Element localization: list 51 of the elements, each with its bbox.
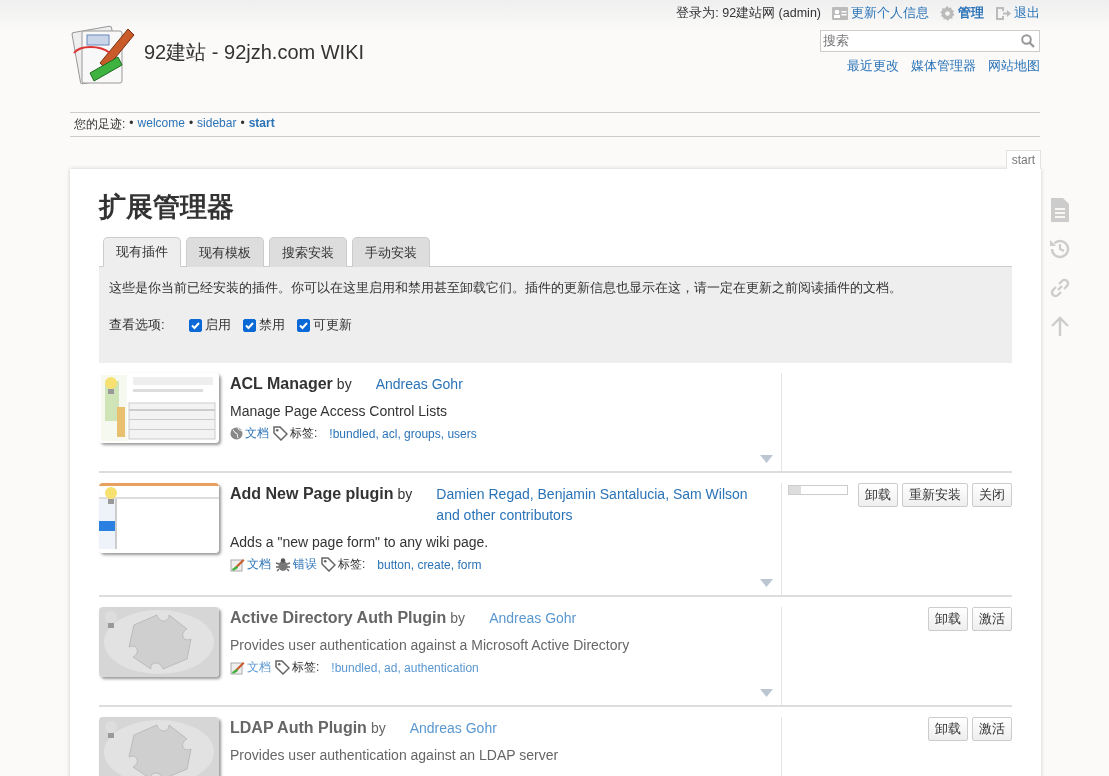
view-options-label: 查看选项: [109, 316, 165, 334]
plugin-name: Add New Page plugin [230, 484, 394, 504]
by-label: by [336, 375, 352, 394]
by-label: by [370, 719, 386, 738]
breadcrumb-label: 您的足迹: [74, 116, 126, 133]
user-link[interactable]: 管理 [940, 5, 984, 22]
breadcrumb-link[interactable]: welcome [137, 116, 185, 133]
bullet-separator: • [188, 116, 194, 132]
tags-label: 标签: [290, 425, 318, 442]
plugin-description: Provides user authentication against a Microsoft Active Directory [230, 637, 631, 653]
intro-text: 这些是你当前已经安装的插件。你可以在这里启用和禁用甚至卸载它们。插件的更新信息也显示在这，请一定在更新之前阅读插件的文档。 [109, 279, 903, 297]
site-tool-link[interactable]: 网站地图 [988, 58, 1040, 75]
by-label: by [450, 609, 466, 628]
filter-checkbox[interactable]: 启用 [188, 316, 231, 334]
page-heading: 扩展管理器 [99, 191, 235, 224]
tags-label: 标签: [338, 556, 366, 573]
by-label: by [397, 485, 413, 504]
plugin-link[interactable]: 错误 [275, 556, 317, 573]
action-button[interactable]: 关闭 [972, 483, 1012, 507]
plugin-name: LDAP Auth Plugin [230, 718, 367, 738]
breadcrumb-link[interactable]: start [248, 116, 275, 133]
plugin-name: Active Directory Auth Plugin [230, 608, 447, 628]
filter-checkbox[interactable]: 禁用 [242, 316, 285, 334]
bullet-separator: • [129, 116, 134, 132]
site-tool-link[interactable]: 媒体管理器 [911, 58, 976, 75]
tab[interactable]: 手动安装 [352, 237, 430, 267]
plugin-link[interactable]: 文档 [230, 425, 269, 442]
author-link[interactable]: Damien Regad, Benjamin Santalucia, Sam Wilson and other contributors [436, 484, 765, 526]
breadcrumb-link[interactable]: sidebar [197, 116, 237, 133]
plugin-name: ACL Manager [230, 374, 333, 394]
bullet-separator: • [240, 116, 245, 132]
site-tool-link[interactable]: 最近更改 [847, 58, 899, 75]
tag-links[interactable]: button, create, form [377, 557, 482, 572]
tab[interactable]: 搜索安装 [269, 237, 347, 267]
login-status: 登录为: 92建站网 (admin) [676, 5, 821, 22]
tag-links[interactable]: !bundled, acl, groups, users [329, 426, 477, 441]
plugin-link[interactable]: 文档 [230, 556, 271, 573]
user-link[interactable]: 更新个人信息 [832, 5, 929, 22]
tab[interactable]: 现有模板 [186, 237, 264, 267]
author-link[interactable]: Andreas Gohr [375, 374, 765, 395]
action-button[interactable]: 重新安装 [902, 483, 968, 507]
plugin-description: Manage Page Access Control Lists [230, 403, 449, 419]
plugin-description: Adds a "new page form" to any wiki page. [230, 534, 490, 550]
site-title[interactable]: 92建站 - 92jzh.com WIKI [144, 39, 365, 66]
user-link[interactable]: 退出 [995, 5, 1040, 22]
search-field[interactable]: 搜索 [820, 30, 1040, 52]
filter-checkbox[interactable]: 可更新 [296, 316, 352, 334]
plugin-description: Provides user authentication against an LDAP server [230, 747, 560, 763]
tags-label: 标签: [292, 659, 320, 676]
tab[interactable]: 现有插件 [103, 237, 181, 267]
action-button[interactable]: 卸载 [858, 483, 898, 507]
